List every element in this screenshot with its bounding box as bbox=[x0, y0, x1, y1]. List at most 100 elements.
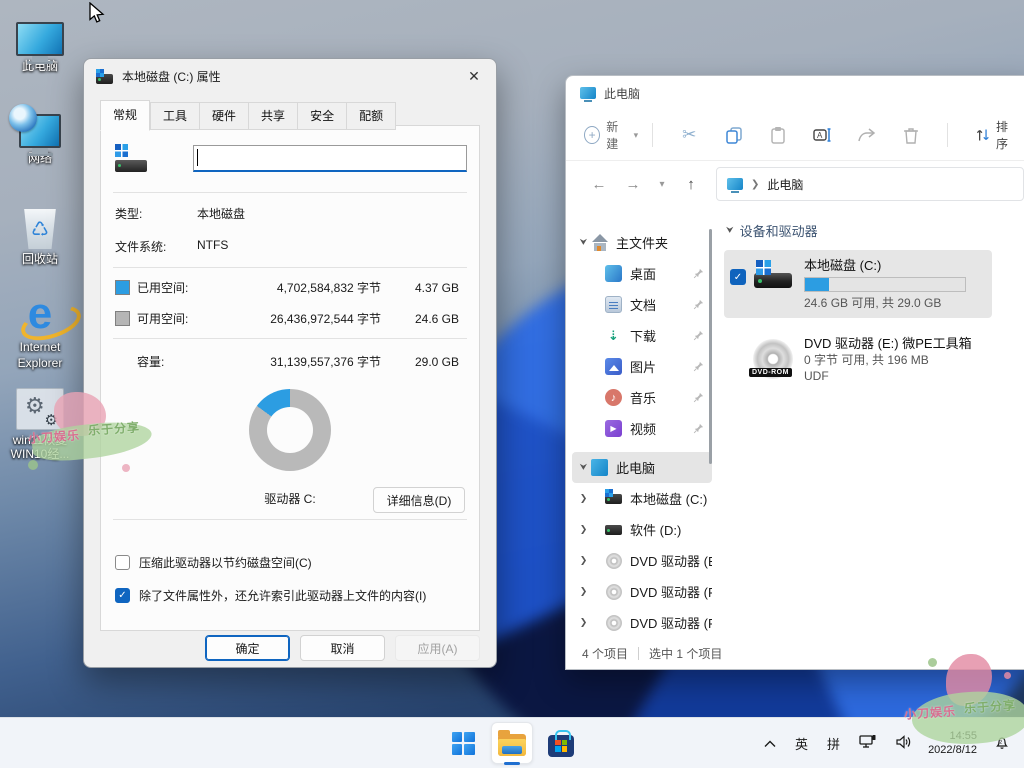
sidebar-item-dvd-e[interactable]: ❯ DVD 驱动器 (E:) bbox=[572, 545, 712, 576]
this-pc-icon bbox=[16, 22, 64, 56]
share-button[interactable] bbox=[845, 125, 889, 145]
tab-security[interactable]: 安全 bbox=[298, 102, 347, 130]
file-item-local-disk-c[interactable]: ✓ 本地磁盘 (C:) 24.6 GB 可用, 共 29.0 GB bbox=[724, 250, 992, 318]
chevron-down-icon: ⮟ bbox=[726, 225, 734, 236]
svg-text:z: z bbox=[1000, 739, 1003, 745]
copy-button[interactable] bbox=[711, 125, 755, 145]
sidebar-item-pictures[interactable]: 图片 bbox=[572, 351, 712, 382]
tray-overflow-chevron-icon[interactable] bbox=[758, 732, 782, 755]
sidebar-item-this-pc[interactable]: ⮟ 此电脑 bbox=[572, 452, 712, 483]
taskbar-clock[interactable]: 14:55 2022/8/12 bbox=[924, 729, 981, 757]
close-button[interactable]: ✕ bbox=[452, 60, 496, 93]
tab-hardware[interactable]: 硬件 bbox=[200, 102, 249, 130]
mouse-cursor bbox=[86, 2, 108, 26]
explorer-toolbar: + 新建 ▾ ✂ bbox=[566, 110, 1024, 161]
delete-button[interactable] bbox=[889, 125, 933, 145]
used-space-donut bbox=[249, 389, 331, 471]
desktop-icon-win11-restore[interactable]: ⚙⚙ win11恢复 WIN10经... bbox=[6, 386, 74, 461]
desktop-folder-icon bbox=[605, 265, 622, 282]
rename-icon: A bbox=[812, 125, 832, 145]
sidebar-item-music[interactable]: ♪ 音乐 bbox=[572, 382, 712, 413]
compress-checkbox-row[interactable]: 压缩此驱动器以节约磁盘空间(C) bbox=[111, 546, 469, 579]
up-button[interactable]: ↑ bbox=[676, 176, 706, 193]
new-button[interactable]: + 新建 ▾ bbox=[584, 118, 638, 152]
desktop-icon-network[interactable]: 网络 bbox=[6, 104, 74, 165]
details-button[interactable]: 详细信息(D) bbox=[373, 487, 465, 513]
breadcrumb-location[interactable]: 此电脑 bbox=[767, 176, 803, 193]
taskbar-file-explorer-button[interactable] bbox=[491, 722, 533, 764]
drive-icon bbox=[115, 144, 149, 172]
apply-button[interactable]: 应用(A) bbox=[395, 635, 480, 661]
tab-general[interactable]: 常规 bbox=[100, 100, 150, 131]
ime-language-indicator[interactable]: 英 bbox=[789, 730, 814, 757]
sidebar-item-dvd-clipped[interactable]: ❯ DVD 驱动器 (F:) bbox=[572, 607, 712, 638]
toolbar-divider bbox=[947, 123, 948, 147]
explorer-titlebar[interactable]: 此电脑 bbox=[566, 76, 1024, 110]
desktop-icon-recycle-bin[interactable]: ♺ 回收站 bbox=[6, 205, 74, 266]
chevron-right-icon: ❯ bbox=[576, 555, 591, 566]
drive-icon bbox=[605, 490, 622, 507]
explorer-main-pane: ⮟ 设备和驱动器 ✓ 本地磁盘 (C:) 24.6 GB 可用, 共 29.0 … bbox=[712, 207, 1024, 641]
volume-tray-icon[interactable] bbox=[889, 731, 917, 756]
videos-icon: ▶ bbox=[605, 420, 622, 437]
ime-mode-indicator[interactable]: 拼 bbox=[821, 730, 846, 757]
desktop-icon-this-pc[interactable]: 此电脑 bbox=[6, 12, 74, 73]
breadcrumb-chevron-icon: ❯ bbox=[751, 179, 759, 190]
index-checkbox[interactable]: ✓ bbox=[115, 588, 130, 603]
back-button[interactable]: ← bbox=[584, 176, 614, 193]
divider bbox=[113, 519, 467, 520]
chevron-down-icon: ⮟ bbox=[576, 462, 591, 473]
taskbar: 英 拼 14:55 2022/8/12 bbox=[0, 717, 1024, 768]
start-button[interactable] bbox=[443, 723, 483, 763]
chevron-down-icon: ⮟ bbox=[576, 237, 591, 248]
divider bbox=[113, 338, 467, 339]
ok-button[interactable]: 确定 bbox=[205, 635, 290, 661]
this-pc-icon bbox=[591, 459, 608, 476]
sidebar-item-drive-c[interactable]: ❯ 本地磁盘 (C:) bbox=[572, 483, 712, 514]
network-tray-icon[interactable] bbox=[853, 730, 882, 756]
pin-icon bbox=[693, 423, 708, 434]
sidebar-item-desktop[interactable]: 桌面 bbox=[572, 258, 712, 289]
notification-bell-icon[interactable]: z bbox=[988, 730, 1016, 757]
sort-button[interactable]: 排序 bbox=[976, 118, 1018, 152]
sidebar-item-home[interactable]: ⮟ 主文件夹 bbox=[572, 227, 712, 258]
disk-usage-fill bbox=[805, 278, 829, 291]
compress-checkbox[interactable] bbox=[115, 555, 130, 570]
desktop-icon-label: Internet Explorer bbox=[6, 339, 74, 371]
group-header-devices[interactable]: ⮟ 设备和驱动器 bbox=[726, 221, 1024, 240]
chevron-right-icon: ❯ bbox=[576, 493, 591, 504]
chevron-right-icon: ❯ bbox=[576, 617, 591, 628]
sidebar-item-downloads[interactable]: ⇣ 下载 bbox=[572, 320, 712, 351]
dialog-titlebar[interactable]: 本地磁盘 (C:) 属性 ✕ bbox=[84, 59, 496, 93]
desktop-icon-internet-explorer[interactable]: e Internet Explorer bbox=[6, 292, 74, 371]
sidebar-item-dvd-f[interactable]: ❯ DVD 驱动器 (F:) bbox=[572, 576, 712, 607]
forward-button[interactable]: → bbox=[618, 176, 648, 193]
pin-icon bbox=[693, 361, 708, 372]
share-icon bbox=[857, 125, 877, 145]
tab-quota[interactable]: 配额 bbox=[347, 102, 396, 130]
paste-button[interactable] bbox=[756, 125, 800, 145]
taskbar-store-button[interactable] bbox=[541, 723, 581, 763]
paste-icon bbox=[768, 125, 788, 145]
tab-tools[interactable]: 工具 bbox=[150, 102, 200, 130]
volume-label-input[interactable] bbox=[193, 145, 467, 172]
used-space-swatch bbox=[115, 280, 130, 295]
address-bar[interactable]: ❯ 此电脑 bbox=[716, 167, 1024, 201]
free-space-swatch bbox=[115, 311, 130, 326]
rename-button[interactable]: A bbox=[800, 125, 844, 145]
svg-text:A: A bbox=[817, 131, 823, 140]
cut-button[interactable]: ✂ bbox=[667, 125, 711, 145]
downloads-icon: ⇣ bbox=[605, 327, 622, 344]
tab-sharing[interactable]: 共享 bbox=[249, 102, 298, 130]
file-item-dvd-e[interactable]: DVD-ROM DVD 驱动器 (E:) 微PE工具箱 0 字节 可用, 共 1… bbox=[724, 328, 992, 391]
item-checkbox[interactable]: ✓ bbox=[730, 269, 746, 285]
copy-icon bbox=[724, 125, 744, 145]
cancel-button[interactable]: 取消 bbox=[300, 635, 385, 661]
index-checkbox-row[interactable]: ✓ 除了文件属性外，还允许索引此驱动器上文件的内容(I) bbox=[111, 579, 469, 612]
recent-locations-chevron-icon[interactable]: ▾ bbox=[652, 179, 672, 190]
sidebar-item-documents[interactable]: 文档 bbox=[572, 289, 712, 320]
file-explorer-window: 此电脑 + 新建 ▾ ✂ bbox=[565, 75, 1024, 670]
sidebar-item-drive-d[interactable]: ❯ 软件 (D:) bbox=[572, 514, 712, 545]
sidebar-item-videos[interactable]: ▶ 视频 bbox=[572, 413, 712, 444]
system-tray: 英 拼 14:55 2022/8/12 bbox=[758, 718, 1016, 768]
